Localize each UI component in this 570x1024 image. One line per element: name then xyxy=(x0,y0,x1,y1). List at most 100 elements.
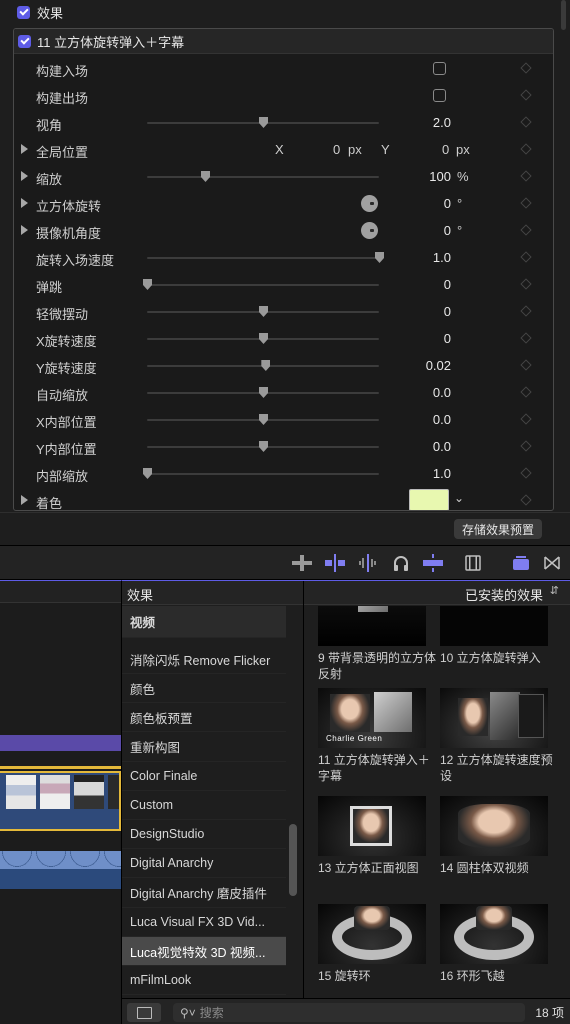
disclosure-triangle-icon[interactable] xyxy=(21,225,28,235)
keyframe-icon[interactable] xyxy=(520,305,532,317)
param-value[interactable]: 0 xyxy=(444,331,451,346)
keyframe-icon[interactable] xyxy=(520,413,532,425)
color-swatch[interactable] xyxy=(409,489,449,510)
keyframe-icon[interactable] xyxy=(520,89,532,101)
slider-knob[interactable] xyxy=(143,279,152,290)
slider-knob[interactable] xyxy=(261,360,271,371)
keyframe-icon[interactable] xyxy=(520,494,532,506)
category-item[interactable]: Digital Anarchy 磨皮插件 xyxy=(122,879,286,908)
effect-thumbnail[interactable] xyxy=(318,796,426,856)
transitions-icon[interactable] xyxy=(543,554,561,572)
category-item[interactable]: Luca Visual FX 3D Vid... xyxy=(122,908,286,937)
effect-header[interactable]: 11 立方体旋转弹入＋字幕 xyxy=(14,29,553,54)
keyframe-icon[interactable] xyxy=(520,386,532,398)
slider-knob[interactable] xyxy=(375,252,384,263)
param-checkbox[interactable] xyxy=(433,62,446,75)
category-item[interactable]: 重新构图 xyxy=(122,733,286,762)
param-slider[interactable] xyxy=(147,171,379,182)
param-value[interactable]: 0 xyxy=(444,223,451,238)
category-item[interactable]: 颜色 xyxy=(122,674,286,704)
category-item[interactable]: Luca视觉特效 3D 视频... xyxy=(122,937,286,966)
rotation-dial[interactable] xyxy=(361,195,378,212)
disclosure-triangle-icon[interactable] xyxy=(21,171,28,181)
param-value[interactable]: 0 xyxy=(444,304,451,319)
effect-thumbnail[interactable] xyxy=(440,904,548,964)
category-header[interactable]: 视频 xyxy=(122,606,286,638)
keyframe-icon[interactable] xyxy=(520,467,532,479)
effect-enable-checkbox[interactable] xyxy=(18,34,31,48)
effect-thumbnail[interactable] xyxy=(318,904,426,964)
param-value[interactable]: 1.0 xyxy=(433,250,451,265)
effect-thumbnail[interactable] xyxy=(440,796,548,856)
effect-tile[interactable]: 16 环形飞越 xyxy=(440,904,548,984)
effect-thumbnail[interactable] xyxy=(440,606,548,646)
keyframe-icon[interactable] xyxy=(520,359,532,371)
rotation-dial[interactable] xyxy=(361,222,378,239)
slider-knob[interactable] xyxy=(201,171,210,182)
param-value[interactable]: 0.0 xyxy=(433,439,451,454)
effect-tile[interactable]: 14 圆柱体双视频 xyxy=(440,796,548,876)
audio-waveform[interactable] xyxy=(0,851,121,889)
slider-knob[interactable] xyxy=(259,387,268,398)
param-value[interactable]: 0.0 xyxy=(433,412,451,427)
effect-thumbnail[interactable] xyxy=(318,606,426,646)
keyframe-icon[interactable] xyxy=(520,170,532,182)
param-slider[interactable] xyxy=(147,387,379,398)
param-value[interactable]: 0.02 xyxy=(426,358,451,373)
param-slider[interactable] xyxy=(147,441,379,452)
param-value[interactable]: 0 xyxy=(444,277,451,292)
audio-skimming-icon[interactable] xyxy=(357,554,379,572)
category-item[interactable]: 颜色板预置 xyxy=(122,703,286,733)
effect-tile[interactable]: 12 立方体旋转速度预设 xyxy=(440,688,553,784)
disclosure-triangle-icon[interactable] xyxy=(21,198,28,208)
slider-knob[interactable] xyxy=(259,414,268,425)
effect-tile[interactable]: 10 立方体旋转弹入 xyxy=(440,606,548,666)
inspector-scrollbar[interactable] xyxy=(561,0,566,30)
category-item[interactable]: Color Finale xyxy=(122,762,286,791)
effects-enable-checkbox[interactable] xyxy=(17,5,30,19)
keyframe-icon[interactable] xyxy=(520,116,532,128)
chevron-updown-icon[interactable]: ⇵ xyxy=(550,584,559,597)
param-checkbox[interactable] xyxy=(433,89,446,102)
effect-tile[interactable]: Charlie Green 11 立方体旋转弹入＋字幕 xyxy=(318,688,430,784)
chevron-down-icon[interactable]: ⌄ xyxy=(454,491,464,505)
param-slider[interactable] xyxy=(147,333,379,344)
param-slider[interactable] xyxy=(147,360,379,371)
param-slider[interactable] xyxy=(147,117,379,128)
category-item[interactable]: mFilmLook xyxy=(122,966,286,996)
param-value[interactable]: 2.0 xyxy=(433,115,451,130)
x-value[interactable]: 0 xyxy=(333,142,340,157)
keyframe-icon[interactable] xyxy=(520,224,532,236)
effect-tile[interactable]: 15 旋转环 xyxy=(318,904,426,984)
effect-tile[interactable]: 13 立方体正面视图 xyxy=(318,796,426,876)
effect-tile[interactable]: 9 带背景透明的立方体反射 xyxy=(318,606,436,682)
slider-knob[interactable] xyxy=(143,468,152,479)
filmstrip-icon[interactable] xyxy=(465,554,481,572)
snapping-icon[interactable] xyxy=(291,554,313,572)
clip-appearance-icon[interactable] xyxy=(511,554,531,572)
param-slider[interactable] xyxy=(143,279,379,290)
keyframe-icon[interactable] xyxy=(520,62,532,74)
slider-knob[interactable] xyxy=(259,117,268,128)
sidebar-toggle-icon[interactable] xyxy=(127,1003,161,1022)
keyframe-icon[interactable] xyxy=(520,440,532,452)
param-value[interactable]: 1.0 xyxy=(433,466,451,481)
disclosure-triangle-icon[interactable] xyxy=(21,144,28,154)
y-value[interactable]: 0 xyxy=(442,142,449,157)
disclosure-triangle-icon[interactable] xyxy=(21,495,28,505)
timeline-ruler[interactable] xyxy=(0,581,121,603)
video-clip[interactable] xyxy=(0,771,121,831)
keyframe-icon[interactable] xyxy=(520,251,532,263)
solo-icon[interactable] xyxy=(421,554,445,572)
category-scrollbar[interactable] xyxy=(289,824,297,896)
param-slider[interactable] xyxy=(143,468,379,479)
category-item[interactable]: Custom xyxy=(122,791,286,820)
effect-thumbnail[interactable]: Charlie Green xyxy=(318,688,426,748)
category-item[interactable]: Digital Anarchy xyxy=(122,849,286,879)
param-value[interactable]: 0.0 xyxy=(433,385,451,400)
keyframe-icon[interactable] xyxy=(520,143,532,155)
timeline-area[interactable] xyxy=(0,580,121,1024)
title-clip[interactable] xyxy=(0,735,121,751)
search-field[interactable]: ⚲˅ xyxy=(173,1003,525,1022)
param-value[interactable]: 0 xyxy=(444,196,451,211)
